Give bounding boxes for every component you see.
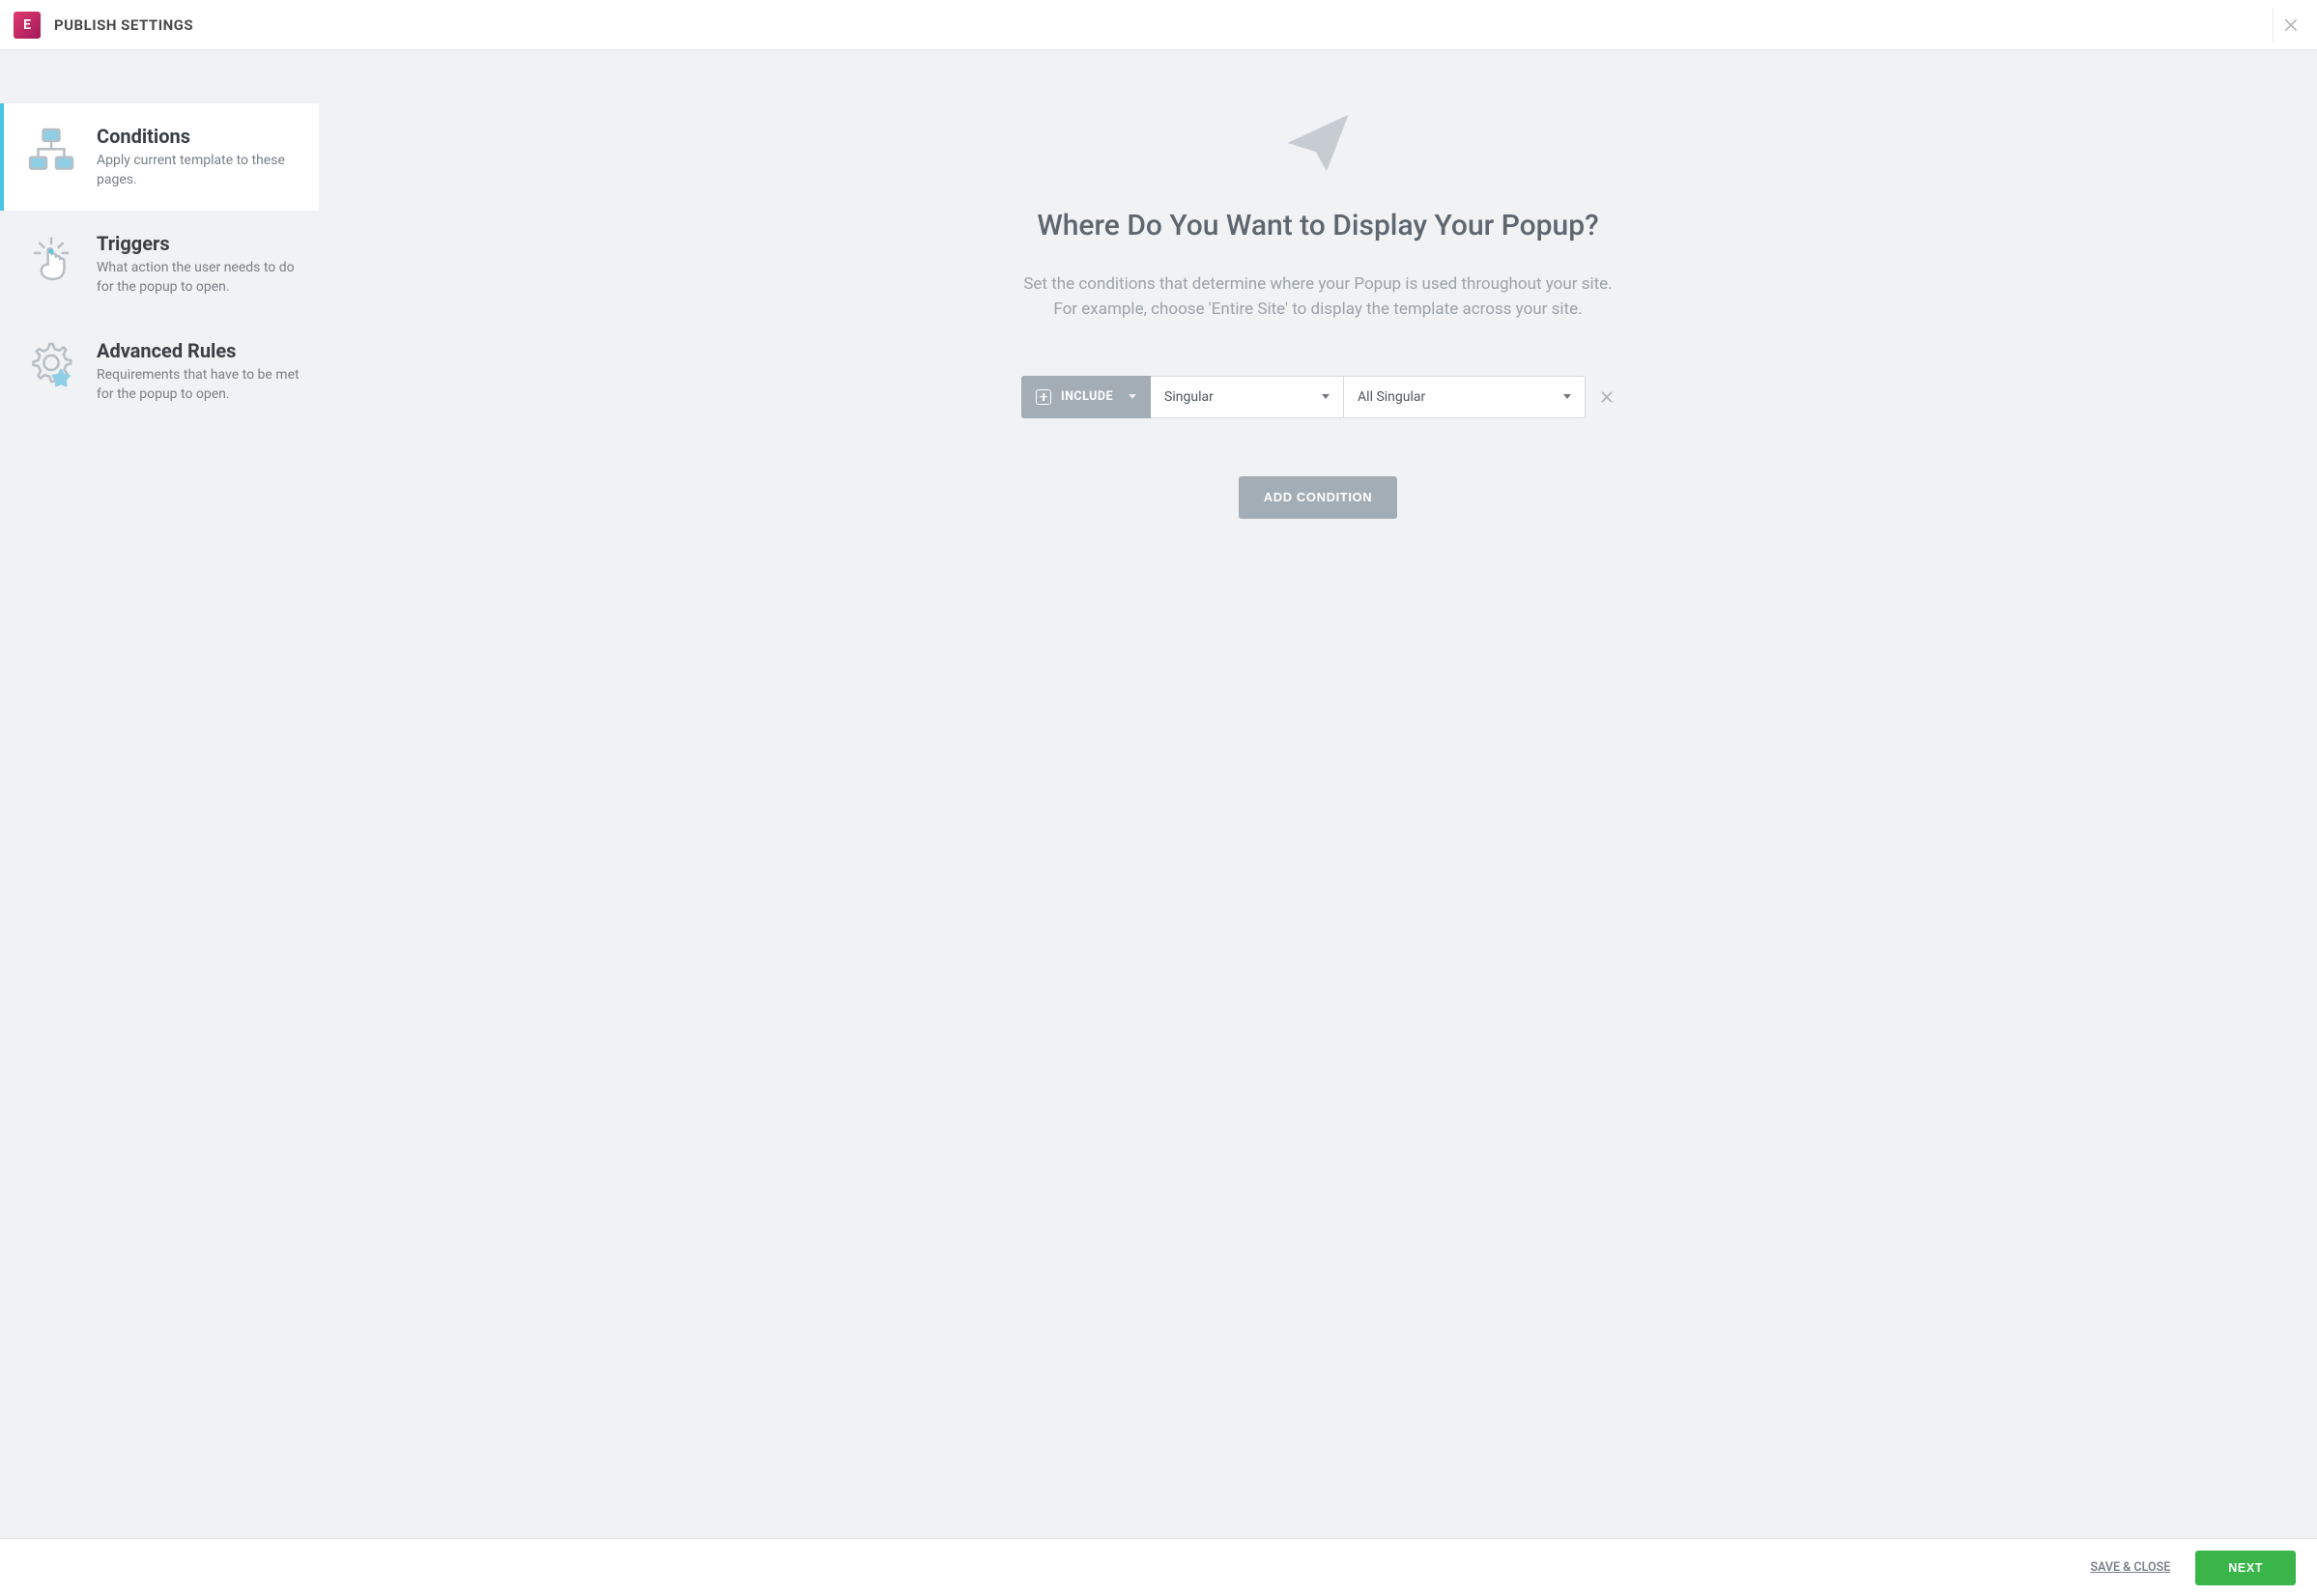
plus-box-icon [1036,389,1051,405]
paper-plane-icon [1283,108,1353,182]
sidebar-tab-title: Advanced Rules [97,339,301,362]
close-button[interactable] [2273,8,2307,43]
condition-row: INCLUDE Singular All Singular [1021,376,1615,418]
save-and-close-link[interactable]: SAVE & CLOSE [2090,1560,2170,1575]
close-icon [2282,16,2300,34]
condition-mode-label: INCLUDE [1061,389,1113,404]
elementor-logo: E [14,12,41,39]
sidebar-tab-desc: Requirements that have to be met for the… [97,366,301,404]
remove-condition-button[interactable] [1599,389,1615,405]
header-bar: E PUBLISH SETTINGS [0,0,2317,50]
close-icon [1599,389,1615,405]
condition-subtype-value: All Singular [1358,389,1425,405]
chevron-down-icon [1322,394,1330,399]
content-pane: Where Do You Want to Display Your Popup?… [319,50,2317,1538]
sidebar-tab-triggers[interactable]: Triggers What action the user needs to d… [0,211,319,318]
chevron-down-icon [1129,394,1136,399]
content-heading: Where Do You Want to Display Your Popup? [1037,209,1598,242]
sidebar-tab-advanced-rules[interactable]: Advanced Rules Requirements that have to… [0,318,319,425]
elementor-logo-glyph: E [23,17,31,33]
sidebar-tab-conditions[interactable]: Conditions Apply current template to the… [0,103,319,211]
sidebar-tab-title: Triggers [97,232,301,255]
condition-mode-select[interactable]: INCLUDE [1021,376,1151,418]
sidebar: Conditions Apply current template to the… [0,50,319,1538]
condition-type-select[interactable]: Singular [1151,376,1344,418]
gear-star-icon [23,339,79,404]
content-description: Set the conditions that determine where … [1023,271,1612,323]
sidebar-tab-desc: Apply current template to these pages. [97,152,301,189]
condition-type-value: Singular [1164,389,1214,405]
tap-pointer-icon [23,232,79,297]
sidebar-tab-title: Conditions [97,125,301,148]
add-condition-button[interactable]: ADD CONDITION [1239,476,1398,519]
hierarchy-icon [23,125,79,189]
sidebar-tab-desc: What action the user needs to do for the… [97,259,301,297]
page-title: PUBLISH SETTINGS [54,16,193,34]
next-button[interactable]: NEXT [2195,1551,2296,1585]
footer-bar: SAVE & CLOSE NEXT [0,1538,2317,1596]
chevron-down-icon [1563,394,1571,399]
condition-subtype-select[interactable]: All Singular [1344,376,1586,418]
